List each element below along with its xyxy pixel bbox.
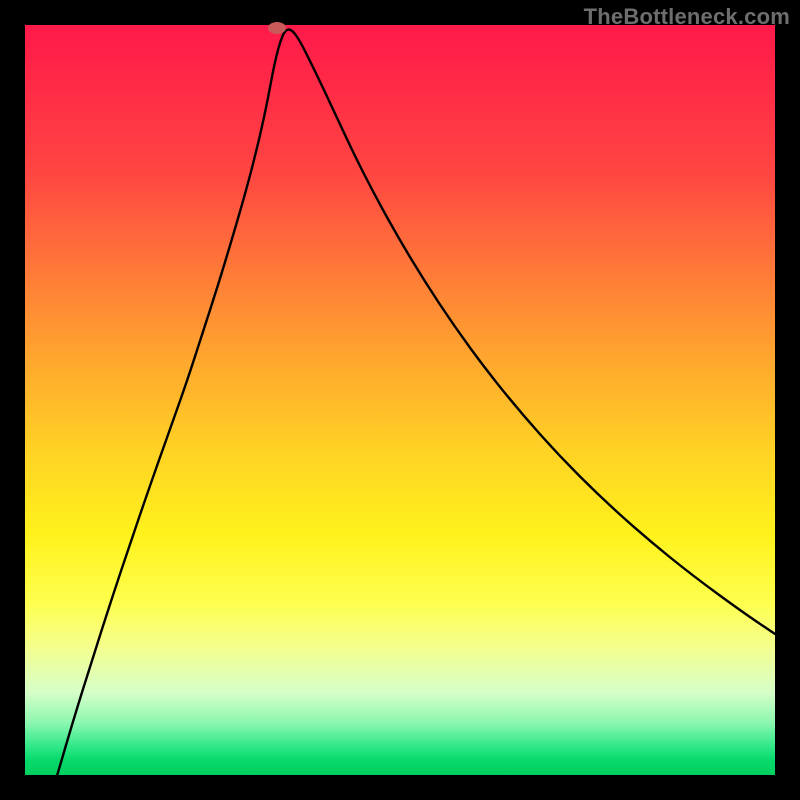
- bottleneck-curve: [57, 30, 775, 776]
- curve-layer: [25, 25, 775, 775]
- plot-area: [25, 25, 775, 775]
- chart-root: { "watermark": "TheBottleneck.com", "col…: [0, 0, 800, 800]
- optimal-point-marker: [268, 22, 286, 34]
